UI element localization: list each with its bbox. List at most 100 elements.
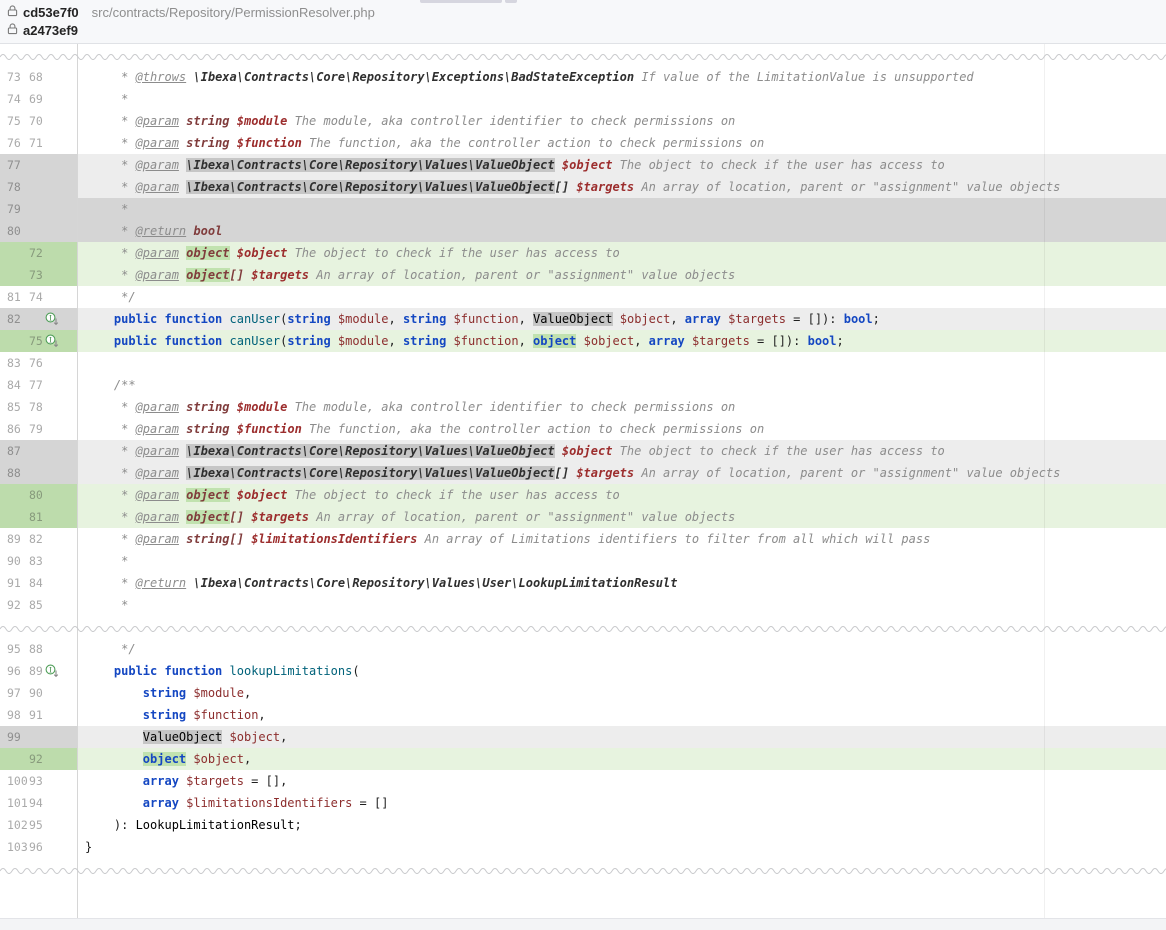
code-line[interactable]: 78 * @param \Ibexa\Contracts\Core\Reposi… <box>0 176 1166 198</box>
code-text: * @param string $function The function, … <box>78 132 764 154</box>
code-line[interactable]: 9285 * <box>0 594 1166 616</box>
code-line[interactable]: 10194 array $limitationsIdentifiers = [] <box>0 792 1166 814</box>
code-line[interactable]: 80 * @return bool <box>0 220 1166 242</box>
new-line-number: 96 <box>29 836 43 858</box>
code-line[interactable]: 81 * @param object[] $targets An array o… <box>0 506 1166 528</box>
code-line[interactable]: 8376 <box>0 352 1166 374</box>
code-line[interactable]: 8174 */ <box>0 286 1166 308</box>
code-text: * @param \Ibexa\Contracts\Core\Repositor… <box>78 154 945 176</box>
code-line[interactable]: 7671 * @param string $function The funct… <box>0 132 1166 154</box>
code-line[interactable]: 72 * @param object $object The object to… <box>0 242 1166 264</box>
old-line-number: 80 <box>7 220 21 242</box>
collapsed-region-separator[interactable] <box>0 858 1166 880</box>
line-number-gutter: 8376 <box>0 352 78 374</box>
implemented-method-icon[interactable]: I <box>45 334 60 354</box>
line-number-gutter: 10295 <box>0 814 78 836</box>
code-line[interactable]: 9184 * @return \Ibexa\Contracts\Core\Rep… <box>0 572 1166 594</box>
line-number-gutter: 82 I <box>0 308 78 330</box>
line-number-gutter: 8982 <box>0 528 78 550</box>
old-line-number: 96 <box>7 660 21 682</box>
code-line[interactable]: 7469 * <box>0 88 1166 110</box>
old-line-number: 79 <box>7 198 21 220</box>
line-number-gutter: 85 78 <box>0 396 78 418</box>
old-line-number: 84 <box>7 374 21 396</box>
code-text: * <box>78 550 128 572</box>
diff-viewer: cd53e7f0 src/contracts/Repository/Permis… <box>0 0 1166 930</box>
code-line[interactable]: 9790 string $module, <box>0 682 1166 704</box>
file-path: src/contracts/Repository/PermissionResol… <box>92 5 375 20</box>
code-text: string $function, <box>78 704 266 726</box>
diff-header: cd53e7f0 src/contracts/Repository/Permis… <box>0 0 1166 44</box>
new-line-number: 78 <box>29 396 43 418</box>
code-text: * <box>78 88 128 110</box>
collapsed-region-separator[interactable] <box>0 616 1166 638</box>
code-line[interactable]: 99 ValueObject $object, <box>0 726 1166 748</box>
line-number-gutter: 99 <box>0 726 78 748</box>
code-text: public function canUser(string $module, … <box>78 330 844 352</box>
old-line-number: 82 <box>7 308 21 330</box>
line-number-gutter: 80 <box>0 220 78 242</box>
code-line[interactable]: 9083 * <box>0 550 1166 572</box>
editor-empty-area <box>0 880 1166 918</box>
code-line[interactable]: 75I public function canUser(string $modu… <box>0 330 1166 352</box>
line-number-gutter: 9184 <box>0 572 78 594</box>
code-line[interactable]: 92 object $object, <box>0 748 1166 770</box>
old-line-number: 101 <box>7 792 28 814</box>
code-text: public function canUser(string $module, … <box>78 308 880 330</box>
code-text: * @param string $module The module, aka … <box>78 110 735 132</box>
line-number-gutter: 78 <box>0 176 78 198</box>
code-text: * @param string $function The function, … <box>78 418 764 440</box>
collapsed-region-separator[interactable] <box>0 44 1166 66</box>
line-number-gutter: 8679 <box>0 418 78 440</box>
line-number-gutter: 9083 <box>0 550 78 572</box>
code-line[interactable]: 88 * @param \Ibexa\Contracts\Core\Reposi… <box>0 462 1166 484</box>
line-number-gutter: 9285 <box>0 594 78 616</box>
implemented-method-icon[interactable]: I <box>45 312 60 332</box>
code-line[interactable]: 10295 ): LookupLimitationResult; <box>0 814 1166 836</box>
old-line-number: 99 <box>7 726 21 748</box>
svg-text:I: I <box>49 665 52 674</box>
line-number-gutter: 9588 <box>0 638 78 660</box>
code-line[interactable]: 77 * @param \Ibexa\Contracts\Core\Reposi… <box>0 154 1166 176</box>
code-line[interactable]: 7570 * @param string $module The module,… <box>0 110 1166 132</box>
code-text: * @param \Ibexa\Contracts\Core\Repositor… <box>78 462 1060 484</box>
line-number-gutter: 10194 <box>0 792 78 814</box>
code-line[interactable]: 10396} <box>0 836 1166 858</box>
code-line[interactable]: 8578 * @param string $module The module,… <box>0 396 1166 418</box>
line-number-gutter: 7671 <box>0 132 78 154</box>
code-line[interactable]: 8982 * @param string[] $limitationsIdent… <box>0 528 1166 550</box>
new-line-number: 79 <box>29 418 43 440</box>
code-line[interactable]: 9689I public function lookupLimitations( <box>0 660 1166 682</box>
code-line[interactable]: 8477 /** <box>0 374 1166 396</box>
code-line[interactable]: 80 * @param object $object The object to… <box>0 484 1166 506</box>
line-number-gutter: 81 <box>0 506 78 528</box>
code-text: } <box>78 836 92 858</box>
svg-text:I: I <box>49 335 52 344</box>
old-line-number: 85 <box>7 396 21 418</box>
code-line[interactable]: 79 * <box>0 198 1166 220</box>
code-line[interactable]: 8679 * @param string $function The funct… <box>0 418 1166 440</box>
code-line[interactable]: 9588 */ <box>0 638 1166 660</box>
code-line[interactable]: 9891 string $function, <box>0 704 1166 726</box>
implemented-method-icon[interactable]: I <box>45 664 60 684</box>
line-number-gutter: 88 <box>0 462 78 484</box>
line-number-gutter: 9790 <box>0 682 78 704</box>
line-number-gutter: 75I <box>0 330 78 352</box>
new-line-number: 74 <box>29 286 43 308</box>
code-line[interactable]: 87 * @param \Ibexa\Contracts\Core\Reposi… <box>0 440 1166 462</box>
code-line[interactable]: 73 * @param object[] $targets An array o… <box>0 264 1166 286</box>
code-text: string $module, <box>78 682 251 704</box>
new-line-number: 84 <box>29 572 43 594</box>
old-line-number: 90 <box>7 550 21 572</box>
code-line[interactable]: 10093 array $targets = [], <box>0 770 1166 792</box>
new-line-number: 95 <box>29 814 43 836</box>
old-line-number: 92 <box>7 594 21 616</box>
code-line[interactable]: 7368 * @throws \Ibexa\Contracts\Core\Rep… <box>0 66 1166 88</box>
old-line-number: 100 <box>7 770 28 792</box>
lock-icon <box>7 4 18 22</box>
code-text: * @param string[] $limitationsIdentifier… <box>78 528 930 550</box>
new-line-number: 82 <box>29 528 43 550</box>
code-line[interactable]: 82 I public function canUser(string $modu… <box>0 308 1166 330</box>
old-line-number: 74 <box>7 88 21 110</box>
code-text: * <box>78 594 128 616</box>
